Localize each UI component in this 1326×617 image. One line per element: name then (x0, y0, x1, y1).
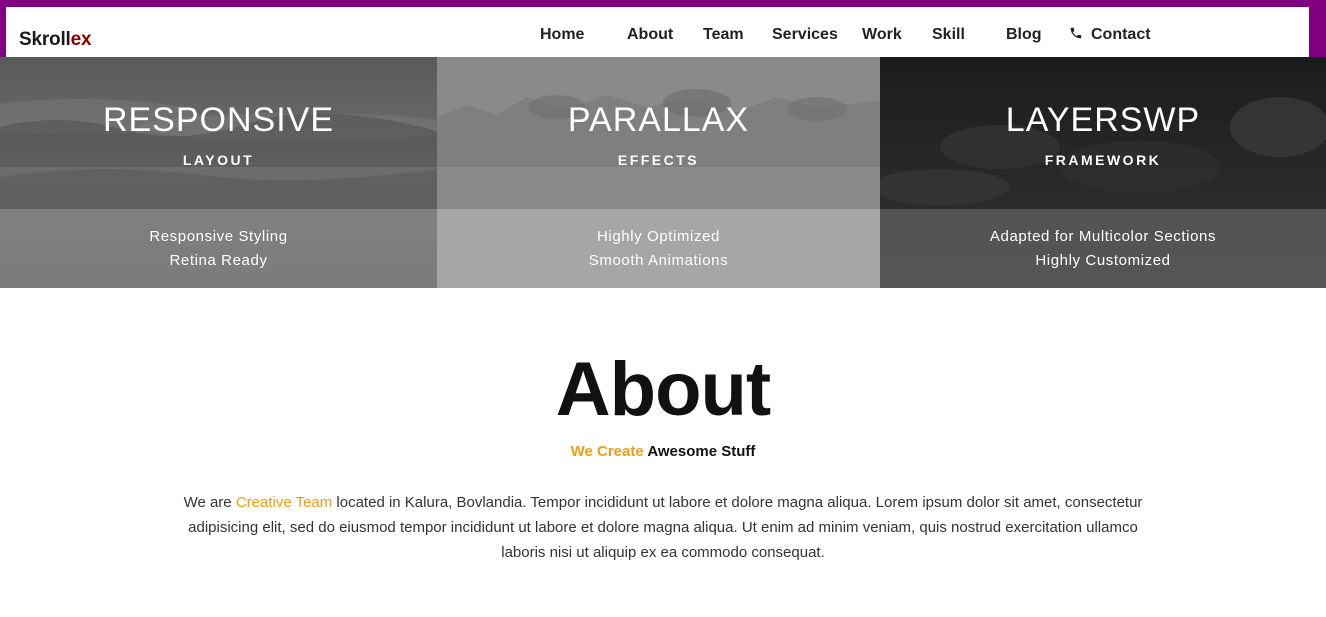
navbar: Skrollex Home About Team Services Work S… (6, 7, 1309, 57)
feature-subtitle: LAYOUT (182, 152, 255, 168)
feature-detail-line: Highly Optimized (597, 228, 720, 245)
about-text-after: located in Kalura, Bovlandia. Tempor inc… (188, 494, 1143, 561)
nav-contact-label: Contact (1091, 26, 1151, 43)
nav-services[interactable]: Services (772, 26, 838, 44)
nav-work[interactable]: Work (862, 26, 902, 44)
tagline-highlight: We Create (570, 443, 644, 460)
brand-suffix: ex (70, 29, 92, 50)
about-text-before: We are (183, 494, 236, 511)
feature-details: Highly Optimized Smooth Animations (437, 209, 880, 288)
feature-subtitle: EFFECTS (617, 152, 700, 168)
brand-prefix: Skroll (19, 29, 71, 50)
tagline-rest: Awesome Stuff (643, 443, 756, 460)
nav-skill[interactable]: Skill (932, 26, 965, 44)
brand-logo[interactable]: Skrollex (19, 29, 92, 51)
nav-about[interactable]: About (627, 26, 673, 44)
feature-header: PARALLAX EFFECTS (437, 57, 880, 209)
feature-layerswp: LAYERSWP FRAMEWORK Adapted for Multicolo… (880, 57, 1326, 288)
about-title: About (555, 347, 771, 432)
feature-details: Adapted for Multicolor Sections Highly C… (880, 209, 1326, 288)
feature-detail-line: Retina Ready (169, 252, 268, 269)
feature-detail-line: Responsive Styling (149, 228, 288, 245)
feature-title: LAYERSWP (1005, 101, 1201, 139)
nav-blog[interactable]: Blog (1006, 26, 1042, 44)
features-band: RESPONSIVE LAYOUT Responsive Styling Ret… (0, 57, 1326, 288)
feature-header: LAYERSWP FRAMEWORK (880, 57, 1326, 209)
nav-home[interactable]: Home (540, 26, 584, 44)
about-tagline: We Create Awesome Stuff (0, 443, 1326, 460)
feature-detail-line: Adapted for Multicolor Sections (989, 228, 1217, 245)
phone-icon (1070, 27, 1082, 39)
feature-header: RESPONSIVE LAYOUT (0, 57, 437, 209)
about-paragraph: We are Creative Team located in Kalura, … (170, 490, 1156, 565)
feature-responsive: RESPONSIVE LAYOUT Responsive Styling Ret… (0, 57, 437, 288)
feature-subtitle: FRAMEWORK (1044, 152, 1162, 168)
about-text-highlight: Creative Team (235, 494, 333, 511)
feature-title: RESPONSIVE (102, 101, 335, 139)
feature-title: PARALLAX (567, 101, 750, 139)
feature-details: Responsive Styling Retina Ready (0, 209, 437, 288)
nav-contact[interactable]: Contact (1069, 26, 1151, 44)
feature-parallax: PARALLAX EFFECTS Highly Optimized Smooth… (437, 57, 880, 288)
feature-detail-line: Highly Customized (1035, 252, 1171, 269)
feature-detail-line: Smooth Animations (588, 252, 729, 269)
nav-team[interactable]: Team (703, 26, 744, 44)
